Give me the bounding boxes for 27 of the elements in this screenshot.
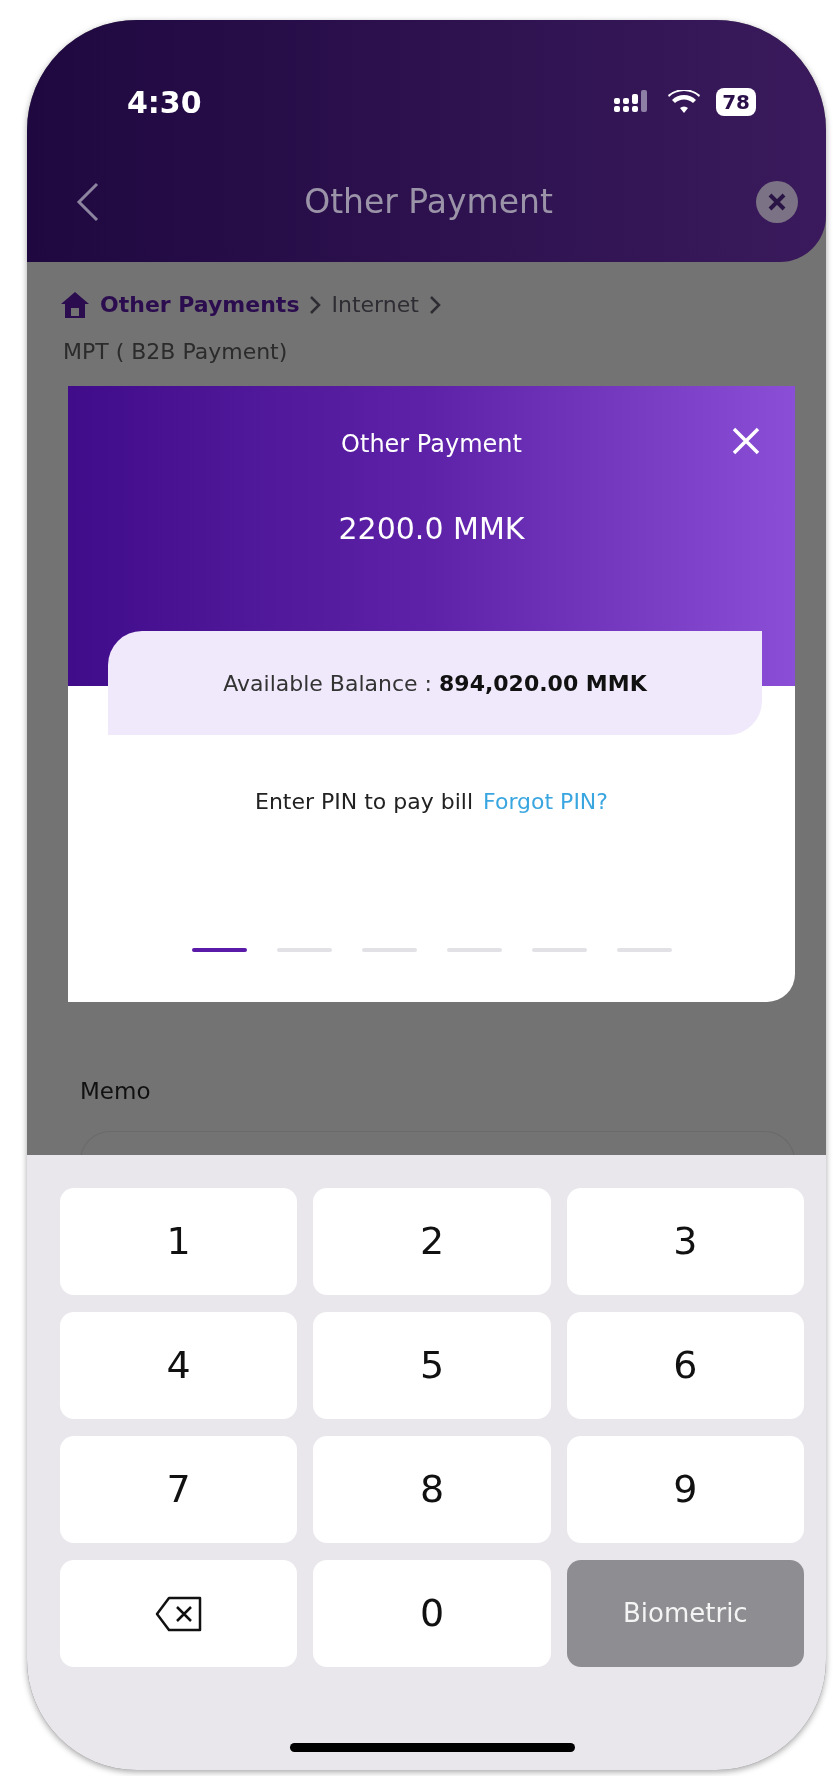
digit-key[interactable]: 5 (313, 1312, 551, 1419)
digit-key[interactable]: 1 (60, 1188, 298, 1295)
wifi-icon (668, 90, 701, 114)
digit-key[interactable]: 0 (313, 1560, 551, 1667)
payment-amount: 2200.0 MMK (337, 510, 526, 548)
digit-key[interactable]: 8 (313, 1436, 551, 1543)
digit-key[interactable]: 6 (566, 1312, 804, 1419)
home-icon[interactable] (60, 290, 90, 319)
page-subtitle: MPT ( B2B Payment) (63, 338, 289, 366)
chevron-icon (428, 294, 441, 315)
digit-key[interactable]: 4 (60, 1312, 298, 1419)
digit-key[interactable]: 2 (313, 1188, 551, 1295)
battery-indicator: 78 (716, 88, 756, 116)
digit-key[interactable]: 3 (566, 1188, 804, 1295)
close-icon[interactable] (756, 181, 798, 223)
backspace-icon (154, 1595, 203, 1632)
pin-prompt: Enter PIN to pay bill (255, 789, 474, 814)
digit-key[interactable]: 9 (566, 1436, 804, 1543)
digit-key[interactable]: 7 (60, 1436, 298, 1543)
memo-label: Memo (80, 1077, 152, 1106)
close-icon[interactable] (731, 426, 761, 456)
header-title: Other Payment (304, 181, 553, 224)
chevron-icon (309, 294, 322, 315)
dialog-title: Other Payment (341, 430, 522, 458)
available-balance: Available Balance : 894,020.00 MMK (223, 669, 647, 698)
status-time: 4:30 (127, 83, 202, 122)
back-icon[interactable] (75, 180, 101, 224)
